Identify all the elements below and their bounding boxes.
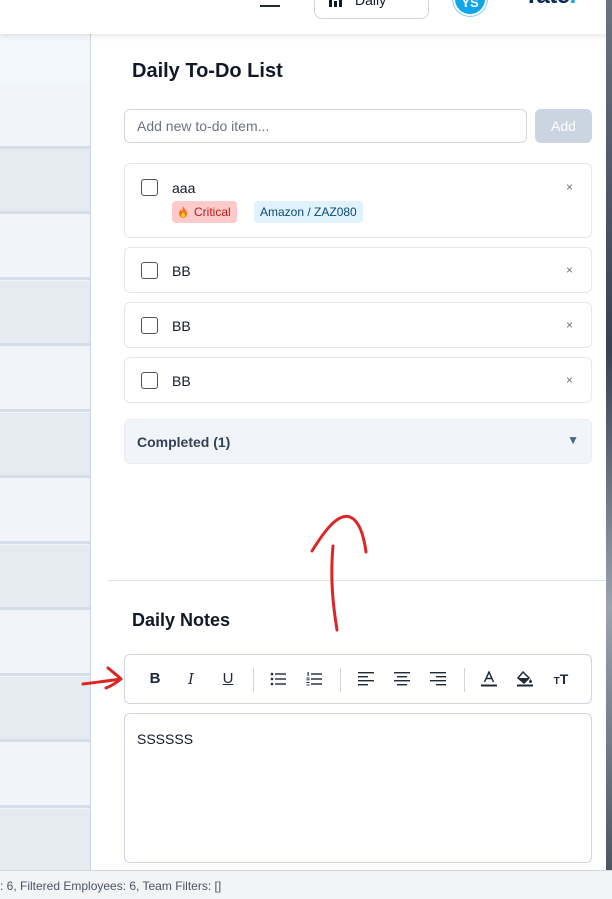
chevron-down-icon: ⌄ bbox=[405, 0, 414, 2]
todo-text: BB bbox=[172, 263, 191, 279]
notes-content: SSSSSS bbox=[137, 731, 194, 747]
todo-checkbox[interactable] bbox=[141, 372, 158, 389]
remove-todo-button[interactable]: × bbox=[566, 263, 573, 277]
priority-badge: Critical bbox=[172, 201, 237, 223]
toolbar-separator bbox=[253, 668, 254, 692]
paint-bucket-icon bbox=[517, 671, 533, 687]
align-left-button[interactable] bbox=[353, 666, 379, 692]
status-bar: : 6, Filtered Employees: 6, Team Filters… bbox=[0, 870, 612, 899]
align-right-button[interactable] bbox=[425, 666, 451, 692]
add-todo-button[interactable]: Add bbox=[535, 109, 592, 143]
period-select[interactable]: Daily ⌄ bbox=[314, 0, 429, 19]
bullet-list-icon bbox=[270, 672, 286, 686]
left-panel-header bbox=[0, 31, 90, 84]
menu-icon[interactable] bbox=[260, 0, 280, 8]
status-bar-text: : 6, Filtered Employees: 6, Team Filters… bbox=[0, 879, 222, 893]
todo-checkbox[interactable] bbox=[141, 317, 158, 334]
brand-dot: . bbox=[570, 0, 577, 9]
list-row[interactable] bbox=[0, 545, 90, 610]
list-row[interactable] bbox=[0, 611, 90, 676]
numbered-list-button[interactable] bbox=[301, 666, 327, 692]
completed-label: Completed (1) bbox=[137, 434, 231, 450]
list-row[interactable] bbox=[0, 281, 90, 346]
todo-item: BB × bbox=[124, 247, 592, 293]
list-row[interactable] bbox=[0, 677, 90, 742]
todo-item: BB × bbox=[124, 357, 592, 403]
align-left-icon bbox=[358, 672, 374, 686]
notes-editor[interactable]: SSSSSS bbox=[124, 713, 592, 863]
list-row[interactable] bbox=[0, 743, 90, 808]
section-divider bbox=[108, 580, 606, 581]
todo-title: Daily To-Do List bbox=[132, 60, 283, 82]
todo-checkbox[interactable] bbox=[141, 179, 158, 196]
highlight-color-button[interactable] bbox=[512, 666, 538, 692]
bullet-list-button[interactable] bbox=[265, 666, 291, 692]
list-row[interactable] bbox=[0, 149, 90, 214]
numbered-list-icon bbox=[306, 672, 322, 686]
align-right-icon bbox=[430, 672, 446, 686]
caret-down-icon: ▼ bbox=[567, 433, 579, 447]
todo-text: aaa bbox=[172, 180, 196, 196]
text-size-button[interactable]: TT bbox=[548, 666, 574, 692]
underline-button[interactable]: U bbox=[215, 666, 241, 692]
todo-checkbox[interactable] bbox=[141, 262, 158, 279]
avatar-initials: YS bbox=[461, 0, 479, 10]
list-row[interactable] bbox=[0, 215, 90, 280]
new-todo-input[interactable] bbox=[124, 109, 527, 143]
completed-section-toggle[interactable]: Completed (1) ▼ bbox=[124, 419, 592, 464]
list-row[interactable] bbox=[0, 809, 90, 870]
bold-button[interactable]: B bbox=[142, 666, 168, 692]
list-row[interactable] bbox=[0, 84, 90, 149]
project-tag: Amazon / ZAZ080 bbox=[254, 201, 363, 223]
todo-item: aaa × Critical Amazon / ZAZ080 bbox=[124, 163, 592, 238]
top-header: Daily ⌄ YS Tate. bbox=[0, 0, 612, 34]
remove-todo-button[interactable]: × bbox=[566, 318, 573, 332]
italic-button[interactable]: I bbox=[178, 666, 204, 692]
align-center-icon bbox=[394, 672, 410, 686]
period-select-label: Daily bbox=[355, 0, 387, 8]
todo-item: BB × bbox=[124, 302, 592, 348]
right-panel: Daily To-Do List Add aaa × Critical Amaz… bbox=[108, 34, 606, 870]
text-size-icon-large: T bbox=[559, 671, 569, 687]
notes-toolbar: B I U TT bbox=[124, 654, 592, 704]
left-list-panel bbox=[0, 31, 91, 870]
todo-text: BB bbox=[172, 318, 191, 334]
notes-title: Daily Notes bbox=[132, 610, 231, 630]
text-color-icon bbox=[481, 671, 497, 687]
list-row[interactable] bbox=[0, 413, 90, 478]
remove-todo-button[interactable]: × bbox=[566, 373, 573, 387]
chart-bars-icon bbox=[329, 0, 342, 7]
fire-icon bbox=[179, 206, 187, 218]
todo-text: BB bbox=[172, 373, 191, 389]
align-center-button[interactable] bbox=[389, 666, 415, 692]
window-edge bbox=[606, 0, 612, 870]
list-row[interactable] bbox=[0, 347, 90, 412]
remove-todo-button[interactable]: × bbox=[566, 180, 573, 194]
user-avatar[interactable]: YS bbox=[453, 0, 487, 16]
brand-text: Tate bbox=[524, 0, 570, 9]
text-color-button[interactable] bbox=[476, 666, 502, 692]
priority-label: Critical bbox=[194, 205, 231, 219]
brand-logo: Tate. bbox=[524, 0, 576, 10]
toolbar-separator bbox=[464, 668, 465, 692]
list-row[interactable] bbox=[0, 479, 90, 544]
toolbar-separator bbox=[340, 668, 341, 692]
